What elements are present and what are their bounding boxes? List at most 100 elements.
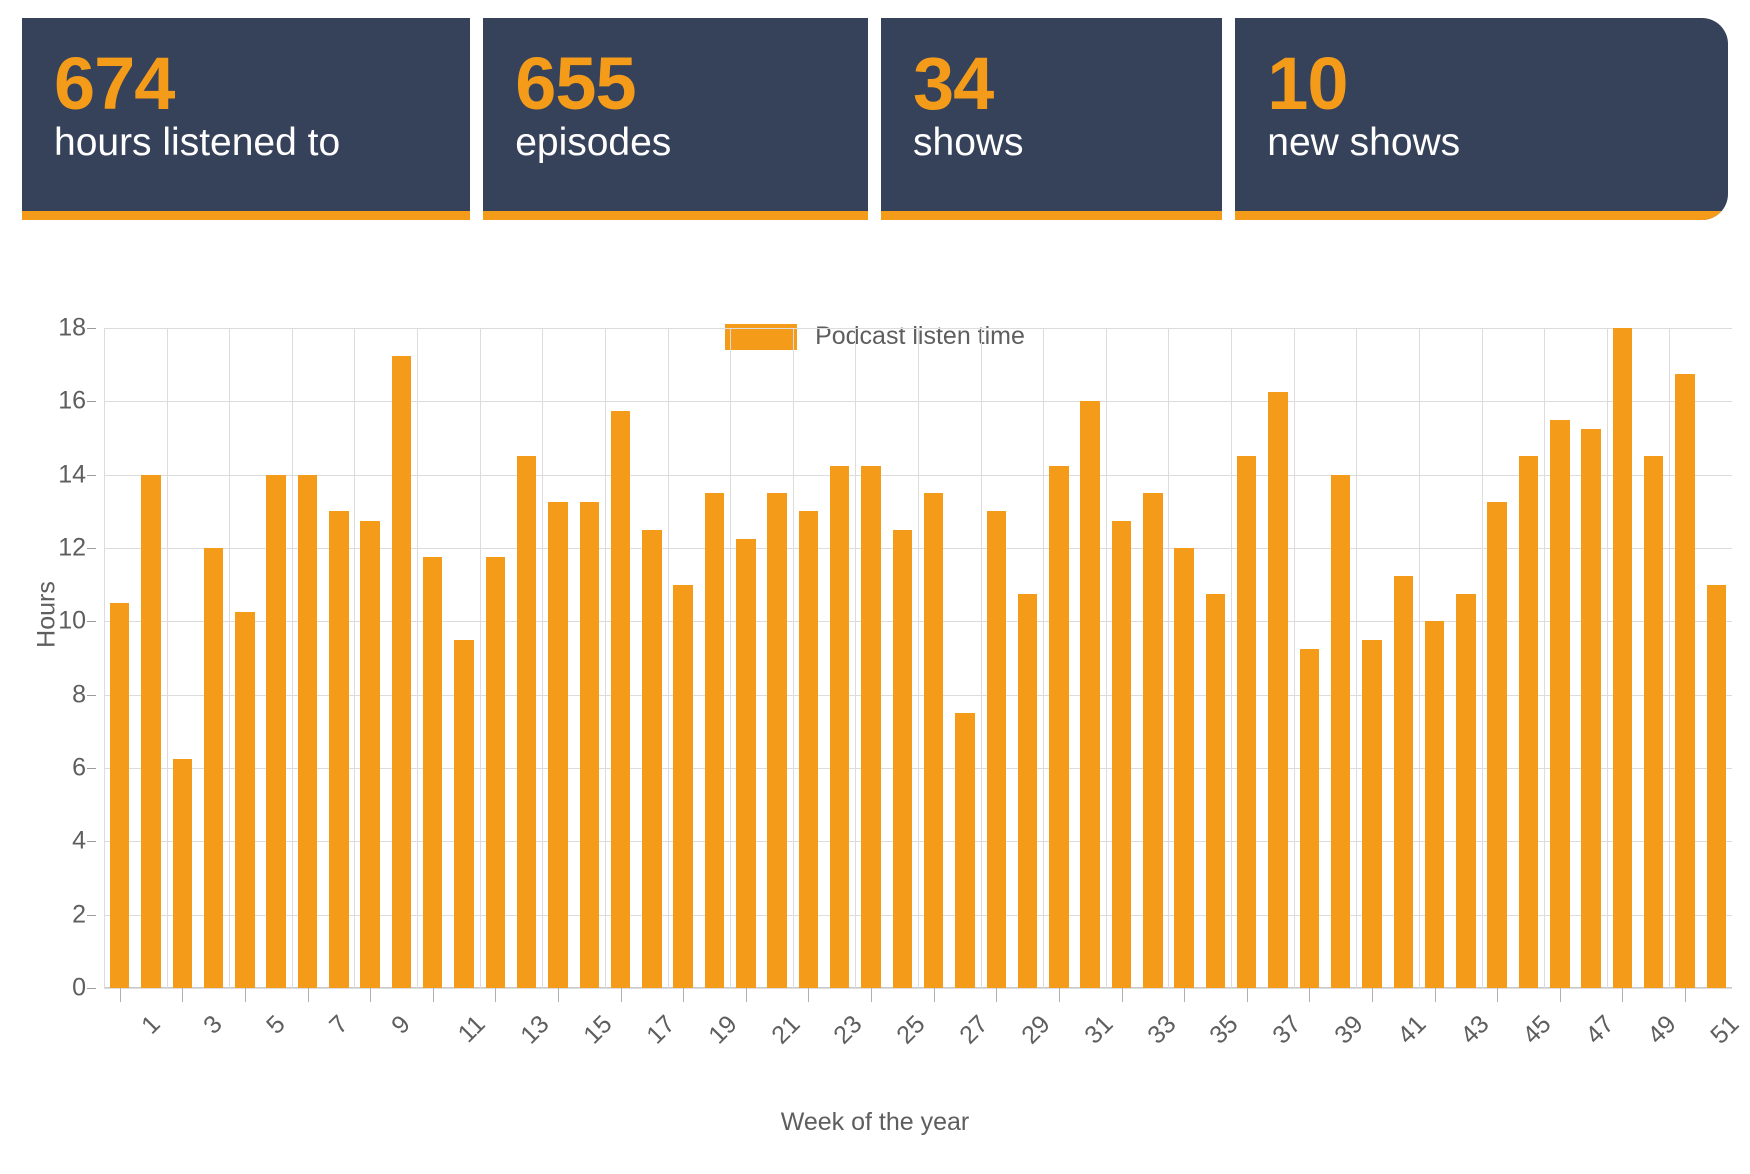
y-axis-tick-label: 4	[72, 826, 86, 855]
bar[interactable]	[610, 410, 631, 988]
x-axis-tick-label: 11	[452, 1010, 491, 1049]
bar[interactable]	[861, 465, 881, 988]
x-axis-tick-mark	[1121, 988, 1123, 1002]
bar[interactable]	[923, 493, 944, 988]
bar[interactable]	[1581, 428, 1601, 988]
bar[interactable]	[673, 584, 693, 988]
stat-label: shows	[913, 121, 1024, 165]
x-axis-tick-mark	[996, 988, 998, 1002]
y-axis-tick-mark	[87, 621, 96, 623]
bar[interactable]	[1644, 456, 1664, 988]
x-axis-tick-mark	[745, 988, 747, 1002]
bar[interactable]	[1706, 584, 1727, 988]
bar[interactable]	[1017, 593, 1038, 988]
bar[interactable]	[1299, 648, 1320, 988]
bar[interactable]	[892, 529, 913, 988]
bar[interactable]	[736, 538, 756, 988]
bar[interactable]	[1111, 520, 1132, 988]
stat-card-episodes[interactable]: 655 episodes	[483, 18, 868, 220]
x-axis-tick-label: 25	[891, 1010, 931, 1050]
bar[interactable]	[1174, 548, 1194, 988]
stat-card-new-shows[interactable]: 10 new shows	[1235, 18, 1728, 220]
bar[interactable]	[1612, 328, 1633, 988]
x-axis-tick-label: 37	[1266, 1010, 1307, 1050]
bar[interactable]	[1675, 373, 1695, 988]
bar[interactable]	[1143, 493, 1163, 988]
stat-card-shows[interactable]: 34 shows	[881, 18, 1223, 220]
x-axis-tick-mark	[1246, 988, 1248, 1002]
x-axis-tick-mark	[933, 988, 935, 1002]
bar[interactable]	[1268, 392, 1288, 988]
bar[interactable]	[955, 713, 975, 988]
x-axis-tick-label: 13	[515, 1010, 555, 1050]
x-axis-tick-label: 3	[198, 1010, 228, 1040]
bar[interactable]	[1487, 502, 1507, 988]
x-axis-tick-label: 51	[1705, 1010, 1745, 1050]
bar[interactable]	[704, 493, 725, 988]
bar[interactable]	[329, 511, 349, 988]
bar[interactable]	[1518, 456, 1539, 988]
bar[interactable]	[830, 465, 850, 988]
y-axis-tick-mark	[87, 988, 96, 989]
bar[interactable]	[1550, 419, 1570, 988]
bar[interactable]	[391, 355, 412, 988]
bar[interactable]	[266, 474, 286, 988]
bar[interactable]	[798, 511, 819, 988]
bar[interactable]	[516, 456, 537, 988]
bar[interactable]	[1049, 465, 1069, 988]
bar[interactable]	[203, 548, 224, 988]
stat-label: new shows	[1267, 121, 1461, 165]
podcast-listen-time-chart: Podcast listen time 0 2 4 6 8 10 12 14 16 18 Hour…	[0, 270, 1750, 1174]
x-axis-tick-mark	[808, 988, 810, 1002]
x-axis-tick-label: 23	[828, 1010, 869, 1050]
y-axis-tick-label: 0	[72, 973, 86, 1002]
bar[interactable]	[1362, 639, 1382, 988]
y-axis-tick-mark	[87, 694, 96, 696]
bar[interactable]	[109, 603, 130, 988]
bar[interactable]	[1330, 474, 1351, 988]
y-axis-tick-mark	[87, 841, 96, 843]
x-axis-tick-mark	[244, 988, 246, 1002]
x-axis-tick-label: 43	[1454, 1010, 1495, 1050]
x-axis-tick-label: 29	[1016, 1010, 1056, 1050]
bar[interactable]	[141, 474, 161, 988]
x-axis-title: Week of the year	[780, 1108, 970, 1136]
stat-value: 10	[1267, 42, 1348, 125]
stat-card-hours[interactable]: 674 hours listened to	[22, 18, 471, 220]
x-axis-tick-label: 5	[260, 1010, 291, 1040]
stat-value: 655	[515, 42, 636, 125]
bar[interactable]	[1424, 621, 1445, 988]
bar[interactable]	[360, 520, 380, 988]
bar[interactable]	[485, 557, 506, 988]
x-axis-tick-mark	[182, 988, 184, 1002]
bar[interactable]	[1237, 456, 1257, 988]
bar[interactable]	[986, 511, 1006, 988]
x-axis-tick-mark	[1622, 988, 1624, 1002]
bar[interactable]	[642, 529, 662, 988]
bar[interactable]	[172, 758, 192, 988]
bar[interactable]	[767, 493, 787, 988]
bar[interactable]	[454, 639, 474, 988]
y-axis-tick-mark	[87, 401, 96, 403]
bar[interactable]	[1205, 593, 1226, 988]
bar[interactable]	[423, 557, 443, 988]
bar[interactable]	[579, 502, 599, 988]
x-axis-tick-label: 19	[703, 1010, 743, 1050]
bar[interactable]	[297, 474, 318, 988]
x-axis-tick-mark	[1371, 988, 1373, 1002]
x-axis-tick-label: 9	[386, 1010, 416, 1040]
bar[interactable]	[1393, 575, 1413, 988]
x-axis-tick-label: 49	[1642, 1010, 1683, 1050]
x-axis-tick-label: 27	[953, 1010, 994, 1050]
bar[interactable]	[235, 612, 255, 988]
bar[interactable]	[1456, 593, 1476, 988]
bar[interactable]	[548, 502, 568, 988]
x-axis-tick-mark	[119, 988, 121, 1002]
bar[interactable]	[1080, 401, 1100, 988]
x-axis-tick-label: 35	[1204, 1010, 1244, 1050]
y-axis-tick-label: 12	[58, 533, 86, 562]
x-axis-tick-label: 1	[135, 1010, 166, 1040]
stats-row: 674 hours listened to 655 episodes 34 sh…	[22, 18, 1728, 220]
x-axis-tick-mark	[1559, 988, 1561, 1002]
x-axis-tick-mark	[557, 988, 559, 1002]
